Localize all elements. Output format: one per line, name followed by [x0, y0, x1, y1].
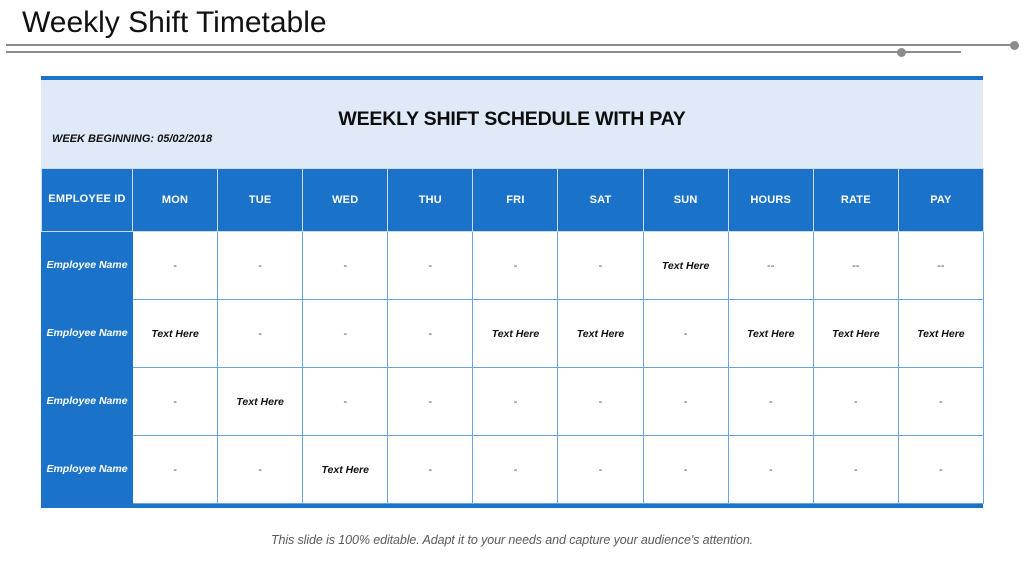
table-row: Employee Name - - - - - - Text Here -- -… — [41, 231, 984, 300]
timetable-block: WEEKLY SHIFT SCHEDULE WITH PAY WEEK BEGI… — [41, 76, 984, 508]
cell-wed[interactable]: - — [302, 299, 389, 368]
cell-wed[interactable]: - — [302, 231, 389, 300]
cell-tue[interactable]: - — [217, 435, 304, 504]
column-header-employee-id[interactable]: EMPLOYEE ID — [41, 168, 133, 232]
table-banner: WEEKLY SHIFT SCHEDULE WITH PAY WEEK BEGI… — [41, 80, 983, 168]
cell-tue[interactable]: - — [217, 299, 304, 368]
column-header-sun[interactable]: SUN — [642, 168, 729, 232]
column-header-tue[interactable]: TUE — [217, 168, 304, 232]
cell-fri[interactable]: Text Here — [472, 299, 559, 368]
cell-wed[interactable]: Text Here — [302, 435, 389, 504]
employee-name-cell[interactable]: Employee Name — [41, 231, 133, 300]
cell-thu[interactable]: - — [387, 231, 474, 300]
cell-hours[interactable]: -- — [727, 231, 814, 300]
cell-thu[interactable]: - — [387, 367, 474, 436]
table-row: Employee Name - Text Here - - - - - - - … — [41, 367, 984, 436]
employee-name-cell[interactable]: Employee Name — [41, 435, 133, 504]
column-header-sat[interactable]: SAT — [557, 168, 644, 232]
cell-hours[interactable]: - — [727, 435, 814, 504]
divider-line-lower — [6, 51, 961, 53]
week-beginning-label: WEEK BEGINNING: 05/02/2018 — [52, 133, 213, 145]
cell-pay[interactable]: - — [897, 435, 984, 504]
cell-sun[interactable]: - — [642, 435, 729, 504]
cell-mon[interactable]: - — [131, 231, 219, 300]
column-header-fri[interactable]: FRI — [472, 168, 559, 232]
cell-fri[interactable]: - — [472, 435, 559, 504]
column-header-rate[interactable]: RATE — [812, 168, 899, 232]
employee-name-cell[interactable]: Employee Name — [41, 299, 133, 368]
employee-name-cell[interactable]: Employee Name — [41, 367, 133, 436]
cell-hours[interactable]: Text Here — [727, 299, 814, 368]
cell-sat[interactable]: - — [557, 367, 644, 436]
table-row: Employee Name Text Here - - - Text Here … — [41, 299, 984, 368]
cell-mon[interactable]: - — [131, 367, 219, 436]
cell-rate[interactable]: -- — [812, 231, 899, 300]
shift-schedule-table: EMPLOYEE ID MON TUE WED THU FRI SAT SUN … — [41, 168, 984, 504]
cell-hours[interactable]: - — [727, 367, 814, 436]
cell-mon[interactable]: Text Here — [131, 299, 219, 368]
cell-rate[interactable]: - — [812, 367, 899, 436]
page-title: Weekly Shift Timetable — [22, 6, 327, 39]
cell-sat[interactable]: - — [557, 435, 644, 504]
divider-line-upper — [6, 44, 1013, 46]
title-divider — [0, 41, 1024, 61]
cell-rate[interactable]: - — [812, 435, 899, 504]
divider-dot-lower — [897, 48, 906, 57]
cell-fri[interactable]: - — [472, 367, 559, 436]
column-header-pay[interactable]: PAY — [897, 168, 984, 232]
cell-mon[interactable]: - — [131, 435, 219, 504]
cell-sun[interactable]: - — [642, 299, 729, 368]
cell-sun[interactable]: Text Here — [642, 231, 729, 300]
cell-thu[interactable]: - — [387, 299, 474, 368]
cell-pay[interactable]: Text Here — [897, 299, 984, 368]
editable-note: This slide is 100% editable. Adapt it to… — [270, 533, 754, 547]
cell-pay[interactable]: -- — [897, 231, 984, 300]
table-header-row: EMPLOYEE ID MON TUE WED THU FRI SAT SUN … — [41, 168, 984, 232]
divider-dot-upper — [1010, 41, 1019, 50]
cell-tue[interactable]: Text Here — [217, 367, 304, 436]
cell-rate[interactable]: Text Here — [812, 299, 899, 368]
table-heading: WEEKLY SHIFT SCHEDULE WITH PAY — [338, 108, 686, 130]
cell-sat[interactable]: Text Here — [557, 299, 644, 368]
cell-fri[interactable]: - — [472, 231, 559, 300]
column-header-thu[interactable]: THU — [387, 168, 474, 232]
column-header-wed[interactable]: WED — [302, 168, 389, 232]
cell-thu[interactable]: - — [387, 435, 474, 504]
cell-wed[interactable]: - — [302, 367, 389, 436]
column-header-mon[interactable]: MON — [131, 168, 219, 232]
table-row: Employee Name - - Text Here - - - - - - … — [41, 435, 984, 504]
cell-sat[interactable]: - — [557, 231, 644, 300]
column-header-hours[interactable]: HOURS — [727, 168, 814, 232]
cell-sun[interactable]: - — [642, 367, 729, 436]
cell-tue[interactable]: - — [217, 231, 304, 300]
cell-pay[interactable]: - — [897, 367, 984, 436]
